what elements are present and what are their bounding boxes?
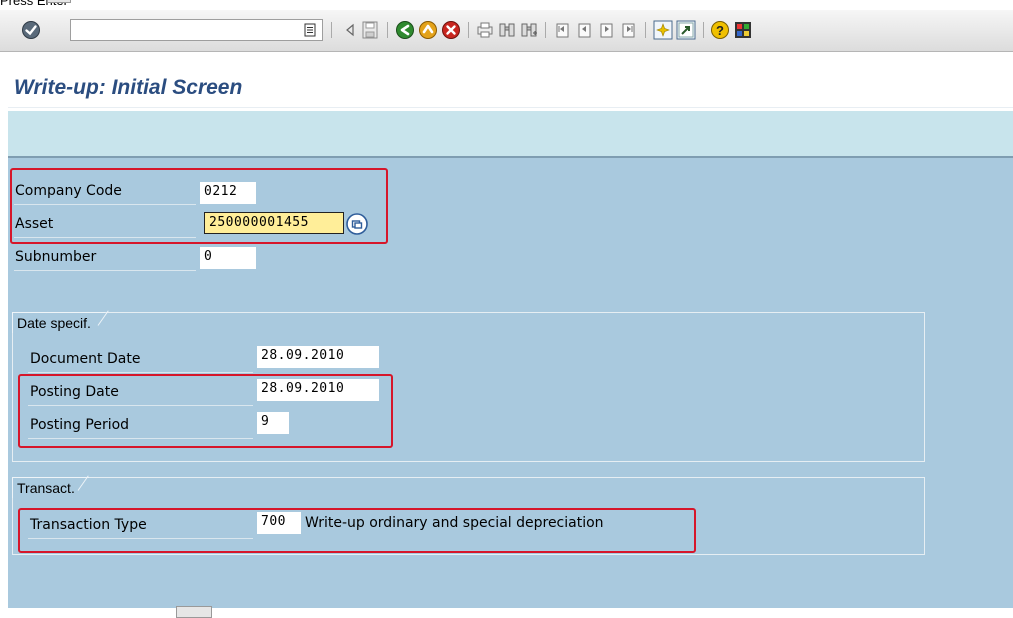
highlight-box [18, 508, 696, 553]
check-icon[interactable] [20, 19, 42, 41]
highlight-box [18, 374, 393, 448]
document-date-field[interactable]: 28.09.2010 [257, 346, 379, 368]
subnumber-field[interactable]: 0 [200, 247, 256, 269]
title-divider [8, 107, 1013, 108]
shortcut-icon[interactable] [675, 19, 697, 41]
toolbar-separator [468, 22, 469, 38]
subnumber-label: Subnumber [15, 249, 97, 265]
document-date-label: Document Date [30, 351, 141, 367]
svg-text:?: ? [716, 23, 724, 38]
next-page-icon[interactable] [596, 19, 618, 41]
triangle-left-icon[interactable] [339, 19, 361, 41]
layout-icon[interactable] [732, 19, 754, 41]
enter-key-icon [176, 606, 212, 618]
first-page-icon[interactable] [552, 19, 574, 41]
standard-toolbar: ? [0, 10, 1013, 52]
previous-page-icon[interactable] [574, 19, 596, 41]
highlight-box [10, 168, 388, 244]
label-underline [14, 270, 196, 271]
enter-key-icon [47, 0, 71, 3]
command-field[interactable] [70, 19, 323, 41]
label-underline [28, 372, 253, 373]
new-session-icon[interactable] [652, 19, 674, 41]
find-icon[interactable] [496, 19, 518, 41]
exit-icon[interactable] [417, 19, 439, 41]
toolbar-separator [645, 22, 646, 38]
date-group-title: Date specif. [12, 312, 105, 333]
page-title: Write-up: Initial Screen [14, 76, 243, 99]
toolbar-separator [387, 22, 388, 38]
save-icon[interactable] [359, 19, 381, 41]
application-toolbar [8, 111, 1013, 158]
toolbar-separator [331, 22, 332, 38]
cancel-icon[interactable] [440, 19, 462, 41]
help-icon[interactable]: ? [709, 19, 731, 41]
back-icon[interactable] [394, 19, 416, 41]
toolbar-separator [545, 22, 546, 38]
transact-group-title: Transact. [12, 477, 89, 498]
history-icon[interactable] [303, 22, 317, 38]
last-page-icon[interactable] [618, 19, 640, 41]
print-icon[interactable] [474, 19, 496, 41]
toolbar-separator [703, 22, 704, 38]
find-next-icon[interactable] [518, 19, 540, 41]
